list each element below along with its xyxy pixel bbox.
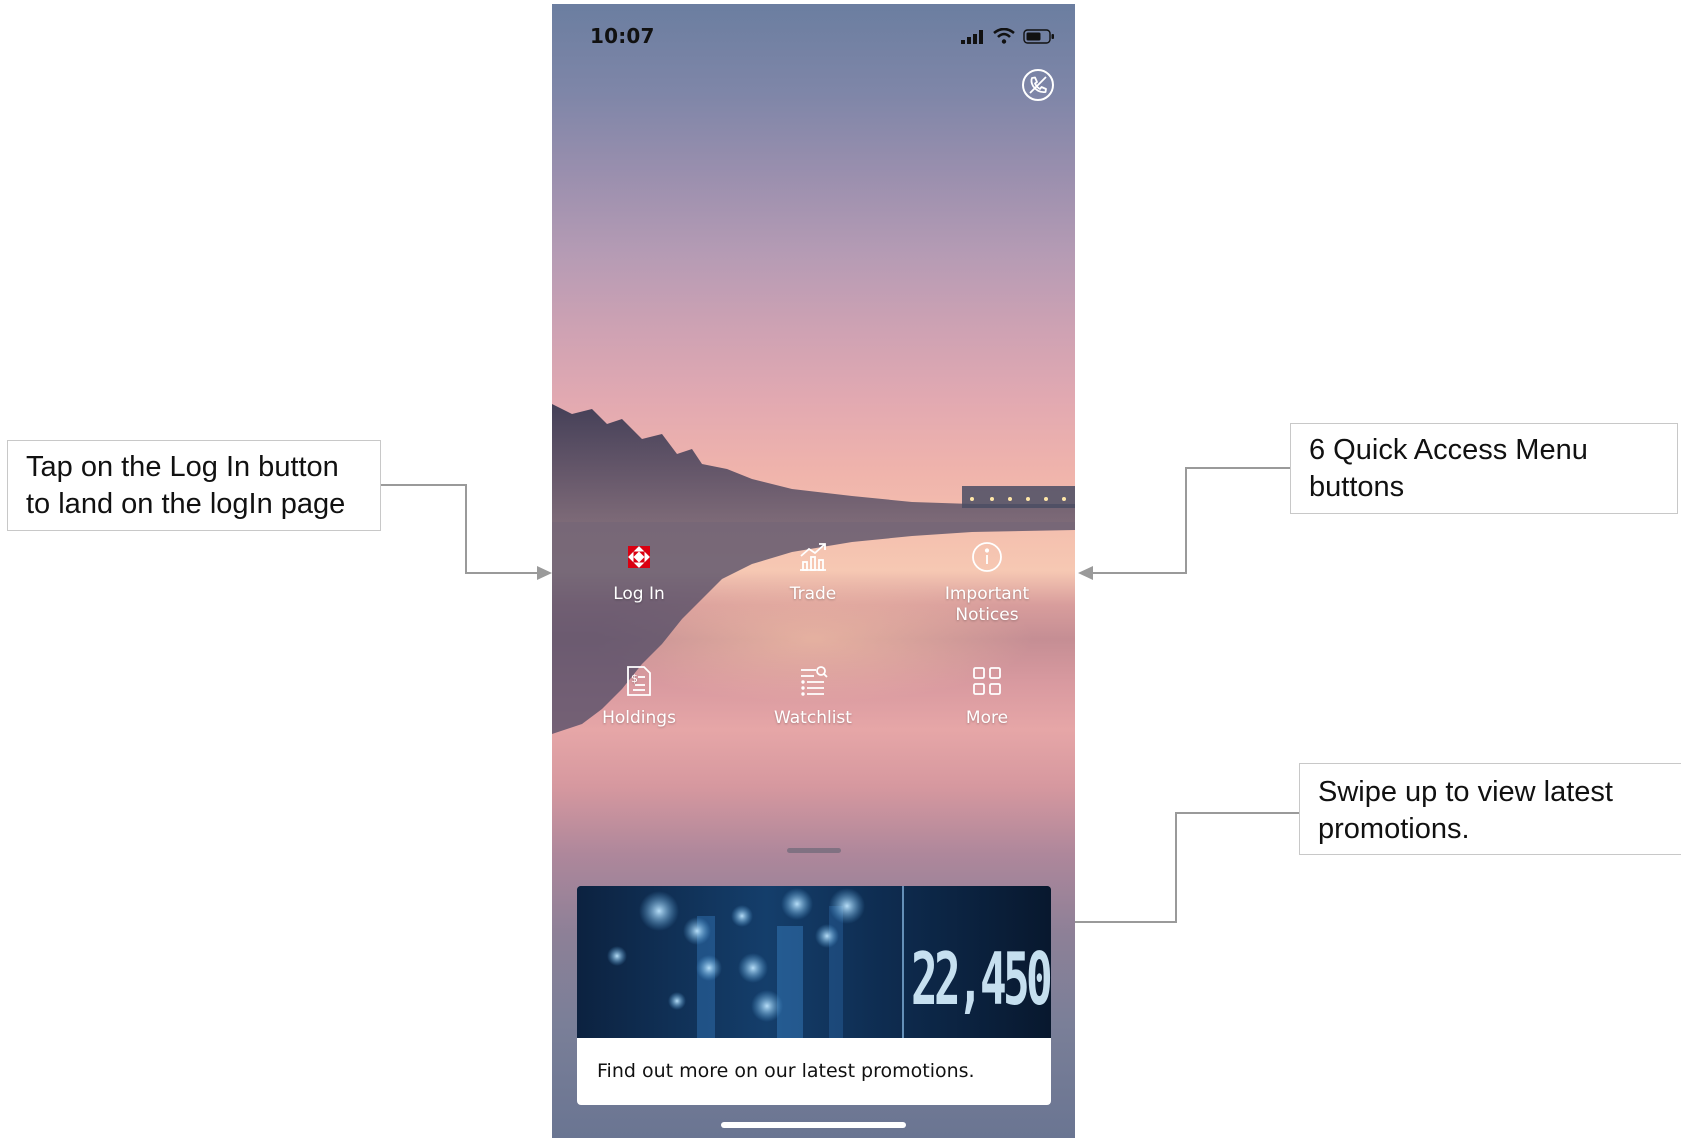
connector-login (381, 484, 542, 574)
watchlist-button[interactable]: Watchlist (738, 662, 888, 729)
logo-icon (628, 546, 650, 568)
promotions-drag-handle[interactable] (787, 848, 841, 853)
promotion-ticker-text: 22,450 (911, 937, 1051, 1021)
login-button[interactable]: Log In (564, 538, 714, 605)
wifi-icon (993, 28, 1015, 44)
promotion-image: 22,450 (577, 886, 1051, 1038)
home-indicator (721, 1122, 906, 1128)
status-bar: 10:07 (552, 4, 1075, 64)
promotion-text: Find out more on our latest promotions. (597, 1060, 975, 1082)
watchlist-label: Watchlist (774, 708, 852, 728)
info-icon (972, 542, 1002, 572)
holdings-button[interactable]: $ Holdings (564, 662, 714, 729)
important-notices-button[interactable]: Important Notices (912, 538, 1062, 626)
connector-quick (1090, 467, 1290, 574)
arrowhead-quick (1078, 566, 1093, 580)
phone-call-icon[interactable] (1021, 68, 1055, 102)
more-label: More (965, 708, 1009, 728)
holdings-document-icon: $ (627, 666, 651, 696)
annotation-quick-access-note: 6 Quick Access Menu buttons (1290, 423, 1678, 514)
more-button[interactable]: More (912, 662, 1062, 729)
annotation-swipe-note: Swipe up to view latest promotions. (1299, 763, 1681, 855)
watchlist-icon (801, 666, 828, 696)
login-label: Log In (613, 584, 665, 604)
signal-icon (961, 30, 983, 44)
annotation-login-note: Tap on the Log In button to land on the … (7, 440, 381, 531)
grid-icon (973, 667, 1001, 695)
trade-chart-icon (800, 543, 826, 571)
promotion-card[interactable]: 22,450 Find out more on our latest promo… (577, 886, 1051, 1105)
connector-swipe (1066, 812, 1299, 923)
holdings-label: Holdings (602, 708, 676, 728)
phone-screen: 10:07 Log In Trade Important Notices $ H… (552, 4, 1075, 1138)
important-notices-label: Important Notices (944, 584, 1030, 625)
trade-button[interactable]: Trade (738, 538, 888, 605)
svg-text:$: $ (631, 672, 638, 685)
arrowhead-login (537, 566, 552, 580)
status-time: 10:07 (590, 24, 655, 48)
trade-label: Trade (789, 584, 837, 604)
battery-icon (1023, 29, 1054, 44)
